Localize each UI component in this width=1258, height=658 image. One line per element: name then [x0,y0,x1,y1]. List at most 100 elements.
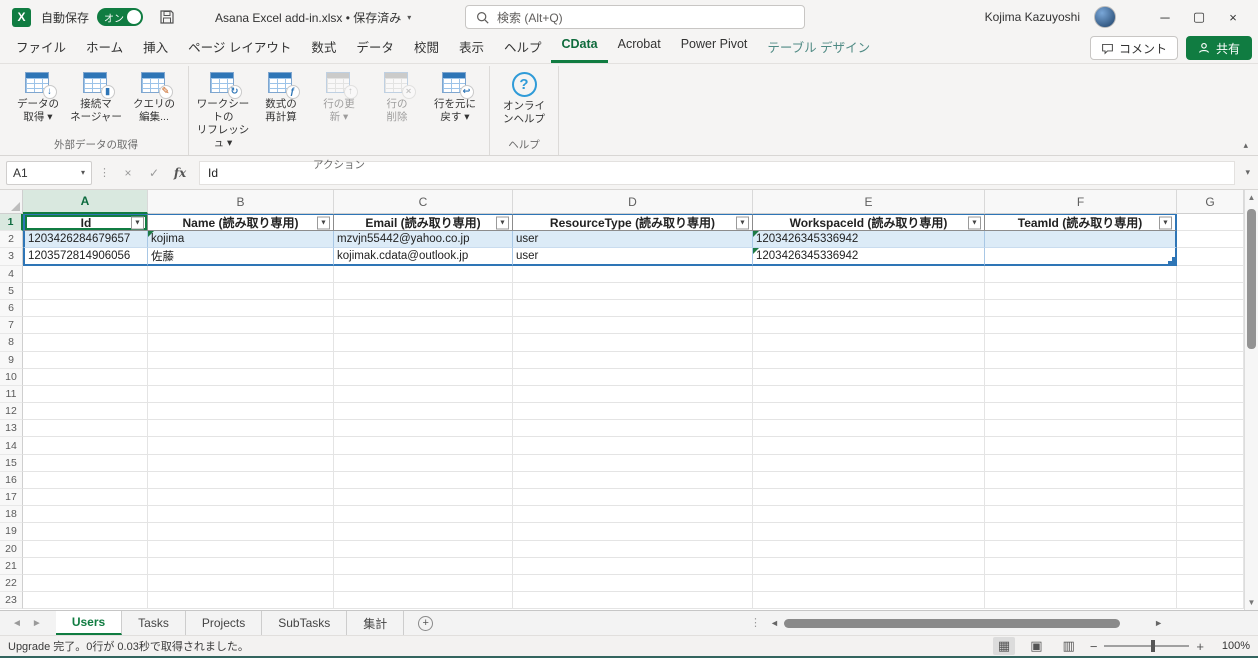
row-header-19[interactable]: 19 [0,523,23,541]
cell-D21[interactable] [513,557,753,575]
cell-C10[interactable] [334,368,513,386]
cell-G2[interactable] [1177,231,1244,249]
cell-E1[interactable]: WorkspaceId (読み取り専用) ▼ [753,214,985,232]
row-header-12[interactable]: 12 [0,403,23,421]
row-header-13[interactable]: 13 [0,420,23,438]
vertical-scroll-thumb[interactable] [1247,209,1256,349]
scroll-up-icon[interactable]: ▲ [1248,190,1256,205]
cell-A17[interactable] [23,489,148,507]
cell-G11[interactable] [1177,385,1244,404]
cell-F2[interactable] [985,231,1177,249]
tab-home[interactable]: ホーム [76,31,133,63]
cell-D15[interactable] [513,454,753,472]
row-header-8[interactable]: 8 [0,334,23,352]
cell-G3[interactable] [1177,248,1244,266]
revert-rows-button[interactable]: ↩ 行を元に 戻す ▾ [427,68,483,126]
cell-G12[interactable] [1177,403,1244,421]
cell-A22[interactable] [23,574,148,593]
cell-D20[interactable] [513,540,753,558]
cell-B2[interactable]: kojima [148,231,334,249]
cell-B4[interactable] [148,265,334,283]
cell-E7[interactable] [753,317,985,335]
cell-A8[interactable] [23,334,148,352]
filter-dropdown-icon[interactable]: ▼ [317,216,330,230]
tab-view[interactable]: 表示 [449,31,494,63]
tab-data[interactable]: データ [346,31,404,63]
cell-G5[interactable] [1177,282,1244,300]
cell-B6[interactable] [148,299,334,318]
recalculate-formulas-button[interactable]: ƒ 数式の 再計算 [253,68,309,126]
cell-C15[interactable] [334,454,513,472]
column-header-G[interactable]: G [1177,190,1244,214]
row-header-9[interactable]: 9 [0,351,23,369]
cell-E18[interactable] [753,506,985,524]
cell-G15[interactable] [1177,454,1244,472]
cell-F5[interactable] [985,282,1177,300]
cell-A15[interactable] [23,454,148,472]
cell-A14[interactable] [23,437,148,455]
cell-F12[interactable] [985,403,1177,421]
cell-D13[interactable] [513,420,753,438]
new-sheet-button[interactable]: + [418,615,434,631]
cell-D11[interactable] [513,385,753,404]
cell-G14[interactable] [1177,437,1244,455]
cell-F1[interactable]: TeamId (読み取り専用) ▼ [985,214,1177,232]
cell-D6[interactable] [513,299,753,318]
cell-E23[interactable] [753,592,985,610]
cell-G21[interactable] [1177,557,1244,575]
cell-B15[interactable] [148,454,334,472]
tab-review[interactable]: 校閲 [404,31,449,63]
cell-G23[interactable] [1177,592,1244,610]
sheet-nav-right-icon[interactable]: ► [32,618,42,629]
select-all-corner[interactable] [0,190,23,214]
cell-D18[interactable] [513,506,753,524]
cell-A1[interactable]: Id ▼ [23,214,148,232]
row-header-14[interactable]: 14 [0,437,23,455]
row-header-5[interactable]: 5 [0,282,23,300]
cell-B10[interactable] [148,368,334,386]
cell-E15[interactable] [753,454,985,472]
cell-F7[interactable] [985,317,1177,335]
cell-G22[interactable] [1177,574,1244,593]
tab-insert[interactable]: 挿入 [133,31,178,63]
cell-A7[interactable] [23,317,148,335]
cell-G4[interactable] [1177,265,1244,283]
row-header-6[interactable]: 6 [0,299,23,318]
cell-C13[interactable] [334,420,513,438]
filter-dropdown-icon[interactable]: ▼ [131,216,144,230]
tab-page-layout[interactable]: ページ レイアウト [178,31,301,63]
row-header-10[interactable]: 10 [0,368,23,386]
column-header-D[interactable]: D [513,190,753,214]
cell-E11[interactable] [753,385,985,404]
cell-E3[interactable]: 1203426345336942 [753,248,985,266]
row-header-1[interactable]: 1 [0,214,23,232]
cell-E8[interactable] [753,334,985,352]
cell-E9[interactable] [753,351,985,369]
row-header-11[interactable]: 11 [0,385,23,404]
insert-function-icon[interactable]: fx [169,166,191,180]
column-header-F[interactable]: F [985,190,1177,214]
row-header-15[interactable]: 15 [0,454,23,472]
cell-G19[interactable] [1177,523,1244,541]
cell-F18[interactable] [985,506,1177,524]
cell-C7[interactable] [334,317,513,335]
row-header-17[interactable]: 17 [0,489,23,507]
cell-C22[interactable] [334,574,513,593]
cell-C18[interactable] [334,506,513,524]
cell-F15[interactable] [985,454,1177,472]
cell-E21[interactable] [753,557,985,575]
cell-E19[interactable] [753,523,985,541]
cell-B3[interactable]: 佐藤 [148,248,334,266]
cell-E14[interactable] [753,437,985,455]
cell-A4[interactable] [23,265,148,283]
row-header-16[interactable]: 16 [0,471,23,489]
cell-D4[interactable] [513,265,753,283]
sheet-tab-集計[interactable]: 集計 [347,611,405,635]
cell-D2[interactable]: user [513,231,753,249]
cell-A9[interactable] [23,351,148,369]
cell-B16[interactable] [148,471,334,489]
cell-B12[interactable] [148,403,334,421]
filter-dropdown-icon[interactable]: ▼ [496,216,509,230]
cell-B17[interactable] [148,489,334,507]
cell-F17[interactable] [985,489,1177,507]
